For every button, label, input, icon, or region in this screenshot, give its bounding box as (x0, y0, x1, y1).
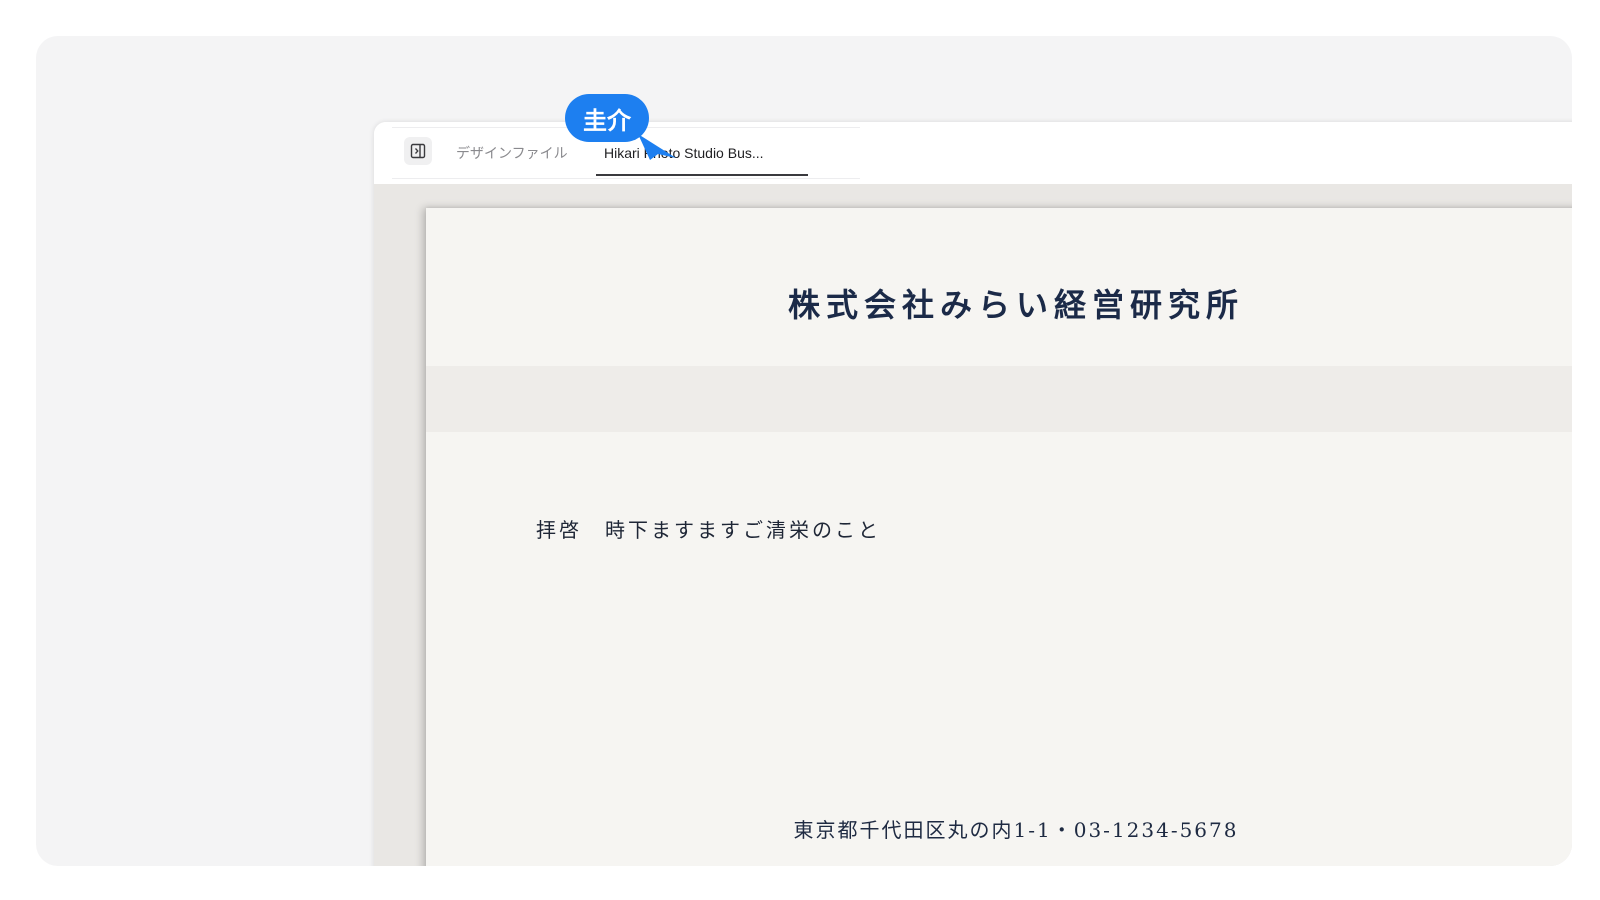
app-window: デザインファイル Hikari Photo Studio Bus... 株式会社… (374, 122, 1572, 866)
document-canvas[interactable]: 株式会社みらい経営研究所 拝啓 時下ますますご清栄のこと 東京都千代田区丸の内1… (374, 184, 1572, 866)
tab-active-document-label: Hikari Photo Studio Bus... (604, 145, 764, 161)
footer-address: 東京都千代田区丸の内1-1・03-1234-5678 (793, 818, 1239, 842)
screen-frame: デザインファイル Hikari Photo Studio Bus... 株式会社… (36, 36, 1572, 866)
cursor-pointer-icon (638, 134, 676, 160)
sidebar-toggle-button[interactable] (404, 137, 432, 165)
collaborator-name: 圭介 (583, 106, 631, 135)
greeting-text: 拝啓 時下ますますご清栄のこと (536, 518, 881, 542)
tab-design-files[interactable]: デザインファイル (456, 122, 568, 184)
letter-page[interactable]: 株式会社みらい経営研究所 拝啓 時下ますますご清栄のこと 東京都千代田区丸の内1… (426, 208, 1572, 866)
tab-design-files-label: デザインファイル (456, 145, 568, 161)
tab-bar: デザインファイル Hikari Photo Studio Bus... (374, 122, 1572, 184)
company-name-heading: 株式会社みらい経営研究所 (787, 286, 1244, 324)
header-band (426, 366, 1572, 432)
sidebar-panel-icon (410, 143, 426, 159)
